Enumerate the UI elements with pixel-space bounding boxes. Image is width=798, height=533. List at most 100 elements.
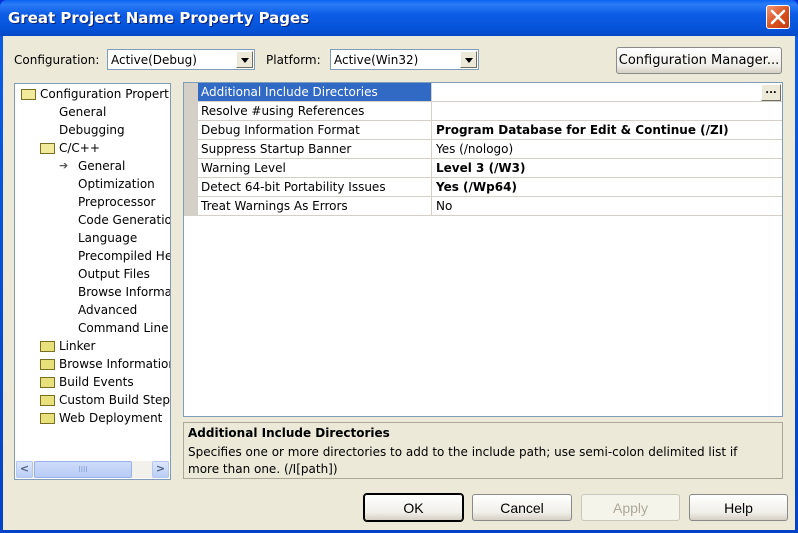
property-value[interactable]: Yes (/nologo) [433,140,513,160]
tree-item[interactable]: Command Line [59,321,170,337]
tree-item-label: Browse Information [59,357,171,371]
close-button[interactable] [766,5,790,29]
folder-closed-icon [40,359,55,370]
tree-item[interactable]: Build Events [40,375,170,391]
tree-item-label: Code Generation [78,213,171,227]
property-value[interactable]: Level 3 (/W3) [433,159,526,179]
tree-item[interactable]: Optimization [59,177,170,193]
arrow-right-icon: ➔ [59,159,69,172]
tree-item[interactable]: Debugging [40,123,170,139]
property-name[interactable]: Warning Level [198,159,432,177]
scroll-right-button[interactable]: > [152,461,169,478]
tree-item[interactable]: ➔ General [59,159,170,175]
tree-item-label: Optimization [78,177,155,191]
platform-dropdown[interactable]: Active(Win32) [330,49,479,70]
grip-icon: IIII [78,465,88,474]
tree-item-label: General [78,159,126,173]
folder-open-icon [40,143,55,154]
property-value[interactable] [433,102,436,122]
cancel-button[interactable]: Cancel [472,494,572,521]
property-name[interactable]: Treat Warnings As Errors [198,197,432,215]
tree-item[interactable]: Advanced [59,303,170,319]
property-name[interactable]: Resolve #using References [198,102,432,120]
tree-item-label: Custom Build Step [59,393,171,407]
grid-gutter [184,83,198,216]
property-value[interactable] [433,83,436,103]
dialog-client-area: Configuration: Active(Debug) Platform: A… [3,36,795,530]
property-name[interactable]: Additional Include Directories [198,83,432,101]
folder-open-icon [21,89,36,100]
configuration-manager-button[interactable]: Configuration Manager... [616,47,782,74]
property-value[interactable]: No [433,197,452,217]
tree-item[interactable]: Language [59,231,170,247]
scroll-left-button[interactable]: < [16,461,33,478]
folder-closed-icon [40,341,55,352]
tree-item[interactable]: C/C++ [40,141,170,157]
tree-item[interactable]: Precompiled Headers [59,249,170,265]
platform-label: Platform: [266,53,321,67]
folder-closed-icon [40,413,55,424]
tree-item-label: Web Deployment [59,411,163,425]
configuration-label: Configuration: [14,53,100,67]
scroll-thumb[interactable]: IIII [34,461,132,478]
tree-item-label: General [59,105,107,119]
tree-item[interactable]: General [40,105,170,121]
chevron-right-icon: > [155,462,166,475]
platform-value: Active(Win32) [334,53,419,67]
tree-item-label: Browse Information [78,285,170,299]
chevron-down-icon[interactable] [236,51,253,68]
property-row[interactable]: Warning Level Level 3 (/W3) [198,159,782,178]
property-name[interactable]: Debug Information Format [198,121,432,139]
title-bar[interactable]: Great Project Name Property Pages [0,0,798,36]
apply-button[interactable]: Apply [581,494,680,521]
tree-item[interactable]: Code Generation [59,213,171,229]
tree-item[interactable]: Linker [40,339,170,355]
tree-item-label: Configuration Properties [40,87,170,101]
tree-item-label: Output Files [78,267,150,281]
help-button[interactable]: Help [689,494,788,521]
chevron-down-icon[interactable] [460,51,477,68]
tree-item[interactable]: Browse Information [59,285,170,301]
tree-item[interactable]: Browse Information [40,357,171,373]
description-panel: Additional Include Directories Specifies… [183,422,783,479]
property-row[interactable]: Detect 64-bit Portability Issues Yes (/Wp… [198,178,782,197]
window-title: Great Project Name Property Pages [8,9,310,27]
tree-item-label: Language [78,231,138,245]
property-name[interactable]: Suppress Startup Banner [198,140,432,158]
tree-item[interactable]: Web Deployment [40,411,170,427]
chevron-left-icon: < [19,462,30,475]
tree-item[interactable]: Preprocessor [59,195,170,211]
close-x-icon [770,9,786,25]
property-value[interactable]: Program Database for Edit & Continue (/Z… [433,121,729,141]
tree-item[interactable]: Output Files [59,267,170,283]
tree-item-label: Build Events [59,375,134,389]
description-heading: Additional Include Directories [188,426,390,440]
tree-item-label: C/C++ [59,141,100,155]
property-grid: Additional Include Directories... Resolve… [183,82,783,417]
tree-item-label: Advanced [78,303,138,317]
tree-item-label: Preprocessor [78,195,156,209]
property-name[interactable]: Detect 64-bit Portability Issues [198,178,432,196]
ok-button[interactable]: OK [363,493,464,522]
tree-item-label: Command Line [78,321,169,335]
tree-item-label: Precompiled Headers [78,249,170,263]
tree-item-label: Linker [59,339,96,353]
folder-closed-icon [40,377,55,388]
property-pages-window: Great Project Name Property Pages Config… [0,0,798,533]
tree-item[interactable]: Configuration Properties [21,87,170,103]
tree-horizontal-scrollbar[interactable]: < IIII > [16,461,169,478]
configuration-value: Active(Debug) [111,53,197,67]
property-tree: Configuration Properties General Debugging… [14,83,171,480]
property-row[interactable]: Suppress Startup Banner Yes (/nologo) [198,140,782,159]
configuration-dropdown[interactable]: Active(Debug) [107,49,255,70]
description-text: Specifies one or more directories to add… [188,445,738,476]
property-row[interactable]: Resolve #using References [198,102,782,121]
property-row[interactable]: Additional Include Directories... [198,83,782,102]
property-row[interactable]: Treat Warnings As Errors No [198,197,782,216]
tree-item[interactable]: Custom Build Step [40,393,171,409]
property-row[interactable]: Debug Information Format Program Database… [198,121,782,140]
property-value[interactable]: Yes (/Wp64) [433,178,517,198]
browse-ellipsis-button[interactable]: ... [761,84,781,101]
folder-closed-icon [40,395,55,406]
tree-item-label: Debugging [59,123,125,137]
